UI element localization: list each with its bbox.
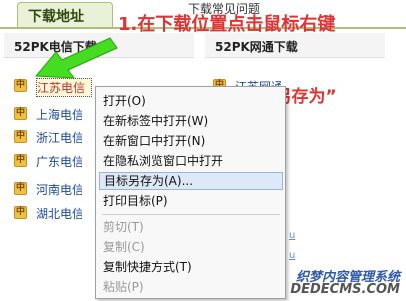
telecom-panel-header: 52PK电信下载 (4, 33, 194, 58)
menu-item-print-target[interactable]: 打印目标(P) (103, 192, 283, 210)
menu-item-save-target-as[interactable]: 目标另存为(A)... (99, 172, 283, 190)
menu-item-open-new-window[interactable]: 在新窗口中打开(N) (103, 132, 283, 150)
context-menu: 打开(O) 在新标签中打开(W) 在新窗口中打开(N) 在隐私浏览窗口中打开 目… (95, 86, 286, 299)
partial-link: u (289, 230, 296, 241)
menu-separator (102, 214, 280, 215)
watermark-url: DEDECMS.COM (290, 282, 400, 297)
download-link[interactable]: 浙江电信 (36, 129, 82, 146)
tab-download-address[interactable]: 下载地址 (17, 2, 113, 28)
menu-item-paste[interactable]: 粘贴(P) (103, 278, 283, 296)
telecom-panel-title: 52PK电信下载 (14, 40, 97, 54)
china-server-icon: 中 (14, 79, 27, 92)
menu-item-open-new-tab[interactable]: 在新标签中打开(W) (103, 112, 283, 130)
tab-download-address-label: 下载地址 (28, 9, 84, 25)
china-server-icon: 中 (14, 206, 27, 219)
china-server-icon: 中 (14, 182, 27, 195)
menu-item-open-private[interactable]: 在隐私浏览窗口中打开 (103, 152, 283, 170)
download-link[interactable]: 广东电信 (36, 153, 82, 170)
menu-item-copy[interactable]: 复制(C) (103, 238, 283, 256)
instruction-step-1: 1.在下载位置点击鼠标右键 (118, 14, 336, 35)
download-link[interactable]: 河南电信 (36, 181, 82, 198)
china-server-icon: 中 (14, 154, 27, 167)
partial-link: u (289, 250, 296, 261)
menu-item-copy-shortcut[interactable]: 复制快捷方式(T) (103, 258, 283, 276)
menu-item-open[interactable]: 打开(O) (103, 92, 283, 110)
download-link[interactable]: 湖北电信 (36, 205, 82, 222)
netcom-panel-title: 52PK网通下载 (215, 40, 298, 54)
download-link[interactable]: 江苏电信 (36, 78, 92, 97)
download-link[interactable]: 上海电信 (36, 106, 82, 123)
menu-item-cut[interactable]: 剪切(T) (103, 218, 283, 236)
china-server-icon: 中 (14, 107, 27, 120)
china-server-icon: 中 (14, 130, 27, 143)
netcom-panel-header: 52PK网通下载 (205, 33, 385, 58)
